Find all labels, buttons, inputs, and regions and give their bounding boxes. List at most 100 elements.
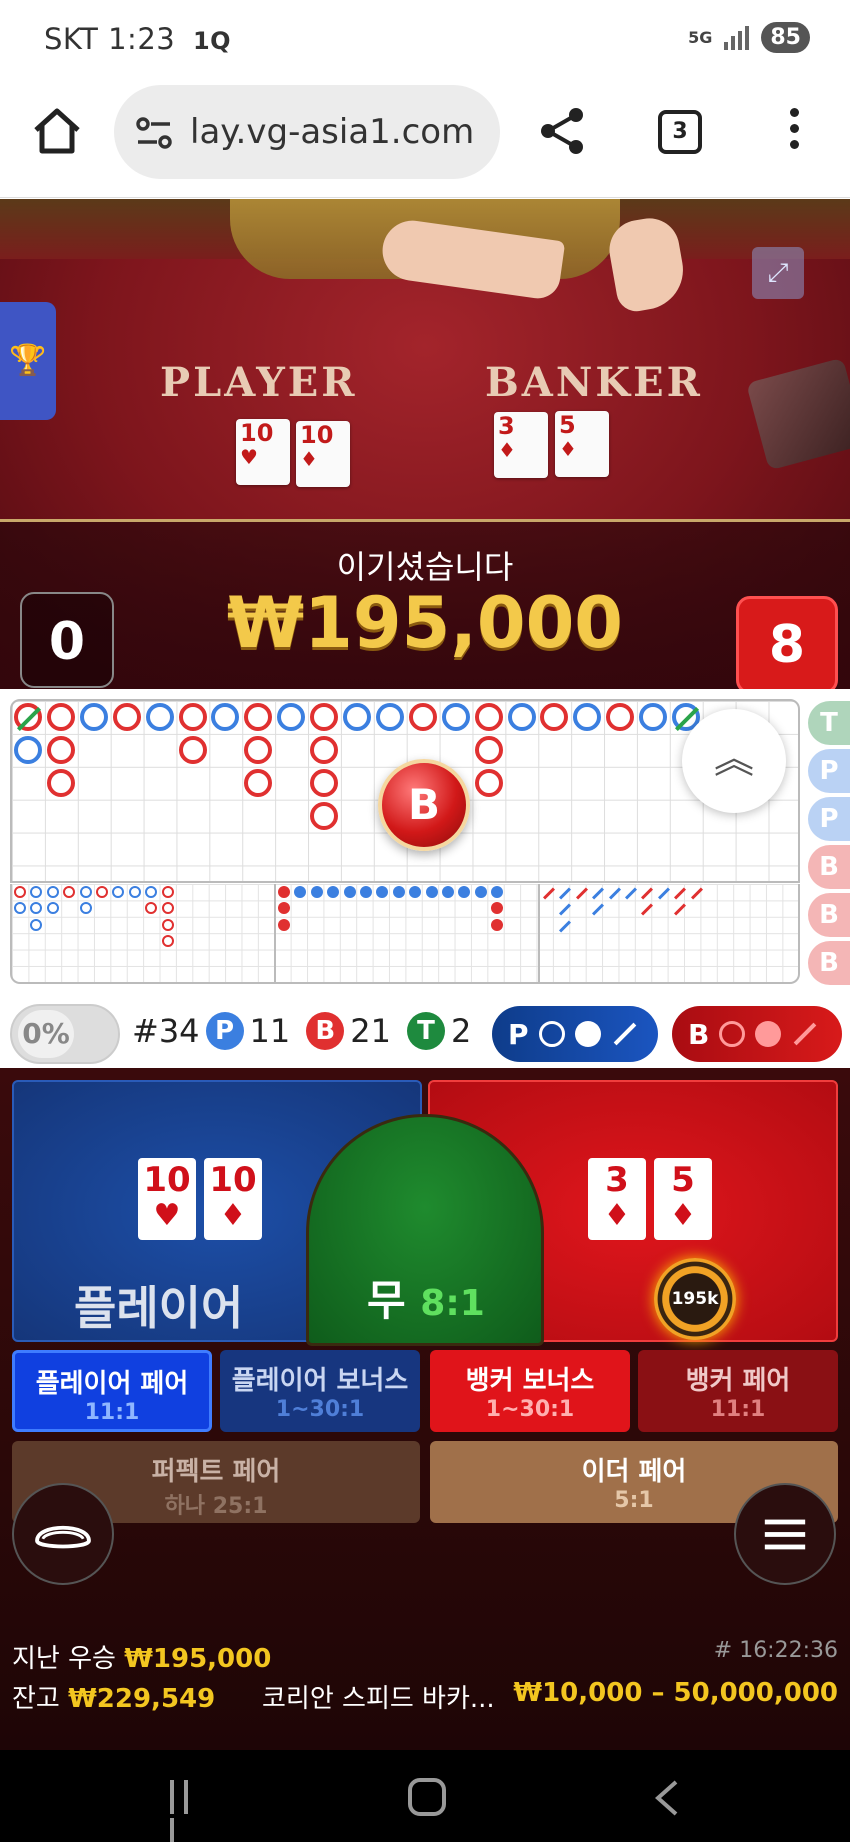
tie-count-icon: T <box>406 1012 445 1050</box>
collapse-roadmap-icon[interactable]: ︽ <box>682 709 786 813</box>
last-win-amount: ₩195,000 <box>124 1644 272 1674</box>
card-suit: ♦ <box>219 1198 247 1233</box>
cockroach-mark <box>674 903 687 916</box>
last-win: 지난 우승 ₩195,000 <box>12 1638 271 1675</box>
banker-road-mark <box>474 768 503 797</box>
player-felt-label: PLAYER <box>160 359 358 406</box>
network-icon: 5G <box>688 28 713 47</box>
round-number: #34 <box>132 1012 200 1050</box>
big-eye-mark <box>128 886 141 898</box>
tie-mark <box>16 706 42 732</box>
big-eye-mark <box>46 886 59 898</box>
cockroach-mark <box>559 887 572 900</box>
small-road-mark <box>491 886 504 898</box>
card-rank: 10 <box>240 419 274 447</box>
chat-button[interactable] <box>12 1483 114 1585</box>
url-bar[interactable]: lay.vg-asia1.com <box>114 85 500 179</box>
player-road-mark <box>375 703 404 731</box>
banker-road-mark <box>46 703 75 731</box>
side-bet-title: 뱅커 보너스 <box>465 1366 595 1396</box>
home-nav-icon[interactable] <box>408 1778 446 1816</box>
card-suit: ♦ <box>300 447 318 471</box>
trophy-icon[interactable]: 🏆 <box>0 302 56 420</box>
small-road-mark <box>278 918 290 931</box>
url-text: lay.vg-asia1.com <box>190 112 475 152</box>
big-eye-mark <box>30 918 43 931</box>
player-bet-card-1: 10 ♥ <box>138 1158 196 1240</box>
recents-icon[interactable] <box>170 1780 210 1842</box>
percent-toggle[interactable]: 0% <box>10 1004 120 1064</box>
table-name: 코리안 스피드 바카... <box>262 1684 495 1714</box>
side-bet-odds: 11:1 <box>710 1397 766 1422</box>
small-road-mark <box>425 886 438 898</box>
table-view-icon <box>35 1525 91 1549</box>
player-predict-button[interactable]: P <box>492 1006 658 1062</box>
menu-button[interactable] <box>734 1483 836 1585</box>
banker-road-mark <box>178 735 207 764</box>
banker-road-mark <box>474 735 503 764</box>
player-road-mark <box>211 703 240 731</box>
player-card-2: 10 ♦ <box>296 421 350 487</box>
last-win-label: 지난 우승 <box>12 1644 116 1674</box>
balance-label: 잔고 <box>12 1684 60 1714</box>
card-suit: ♦ <box>498 438 516 462</box>
cockroach-mark <box>674 887 687 900</box>
browser-toolbar: lay.vg-asia1.com 3 <box>0 80 850 198</box>
back-icon[interactable] <box>652 1780 682 1816</box>
banker-road-mark <box>14 703 42 732</box>
cockroach-mark <box>559 903 572 916</box>
card-rank: 5 <box>559 411 576 439</box>
player-pair-button[interactable]: 플레이어 페어 11:1 <box>12 1350 212 1432</box>
bead-item: T <box>808 701 850 745</box>
percent-value: 0% <box>18 1010 74 1058</box>
big-eye-mark <box>14 902 26 915</box>
banker-road-mark <box>178 703 207 731</box>
small-road-mark <box>442 886 454 898</box>
player-road-mark <box>507 703 536 731</box>
big-eye-mark <box>14 886 26 898</box>
cockroach-mark <box>575 887 588 900</box>
banker-road-mark <box>606 703 635 731</box>
small-road-mark <box>294 886 307 898</box>
bead-item: B <box>808 893 850 937</box>
ring-icon <box>538 1021 565 1047</box>
system-nav-bar <box>0 1750 850 1842</box>
tie-bet-zone[interactable]: 무 8:1 <box>306 1114 544 1346</box>
banker-bet-card-2: 5 ♦ <box>654 1158 712 1240</box>
card-rank: 5 <box>671 1160 695 1200</box>
big-eye-mark <box>112 886 125 898</box>
stats-counts: #34 P 11 B 21 T 2 <box>132 1012 471 1050</box>
card-rank: 3 <box>605 1160 629 1200</box>
player-road-mark <box>277 703 306 731</box>
fullscreen-icon[interactable]: ⤢ <box>752 247 804 299</box>
home-icon[interactable] <box>30 104 84 158</box>
player-bonus-button[interactable]: 플레이어 보너스 1~30:1 <box>220 1350 420 1432</box>
banker-road-mark <box>310 768 339 797</box>
big-eye-mark <box>161 935 174 948</box>
big-eye-mark <box>161 886 174 898</box>
site-settings-icon[interactable] <box>134 115 174 151</box>
banker-felt-label: BANKER <box>485 359 703 406</box>
banker-card-1: 3 ♦ <box>494 412 548 478</box>
banker-bonus-button[interactable]: 뱅커 보너스 1~30:1 <box>430 1350 630 1432</box>
cockroach-mark <box>559 920 572 933</box>
card-rank: 10 <box>300 421 334 449</box>
tab-switcher-button[interactable]: 3 <box>658 110 702 154</box>
card-rank: 10 <box>143 1160 191 1200</box>
banker-road-mark <box>310 703 339 731</box>
tie-count: 2 <box>450 1012 472 1050</box>
more-menu-icon[interactable] <box>784 108 804 156</box>
banker-pair-button[interactable]: 뱅커 페어 11:1 <box>638 1350 838 1432</box>
wide-bet-title: 퍼펙트 페어 <box>151 1457 281 1487</box>
banker-road-mark <box>540 703 569 731</box>
share-icon[interactable] <box>536 105 588 157</box>
road-divider <box>538 884 540 982</box>
banker-predict-button[interactable]: B <box>672 1006 842 1062</box>
dot-icon <box>574 1021 601 1047</box>
cockroach-mark <box>592 903 605 916</box>
player-bet-label: 플레이어 <box>74 1281 244 1335</box>
status-left: SKT 1:23 1Q <box>44 22 231 56</box>
hamburger-icon <box>764 1519 806 1550</box>
screen: SKT 1:23 1Q 5G 85 lay.vg-asia1.com 3 ⤢ 🏆… <box>0 0 850 1842</box>
big-eye-mark <box>96 886 108 898</box>
